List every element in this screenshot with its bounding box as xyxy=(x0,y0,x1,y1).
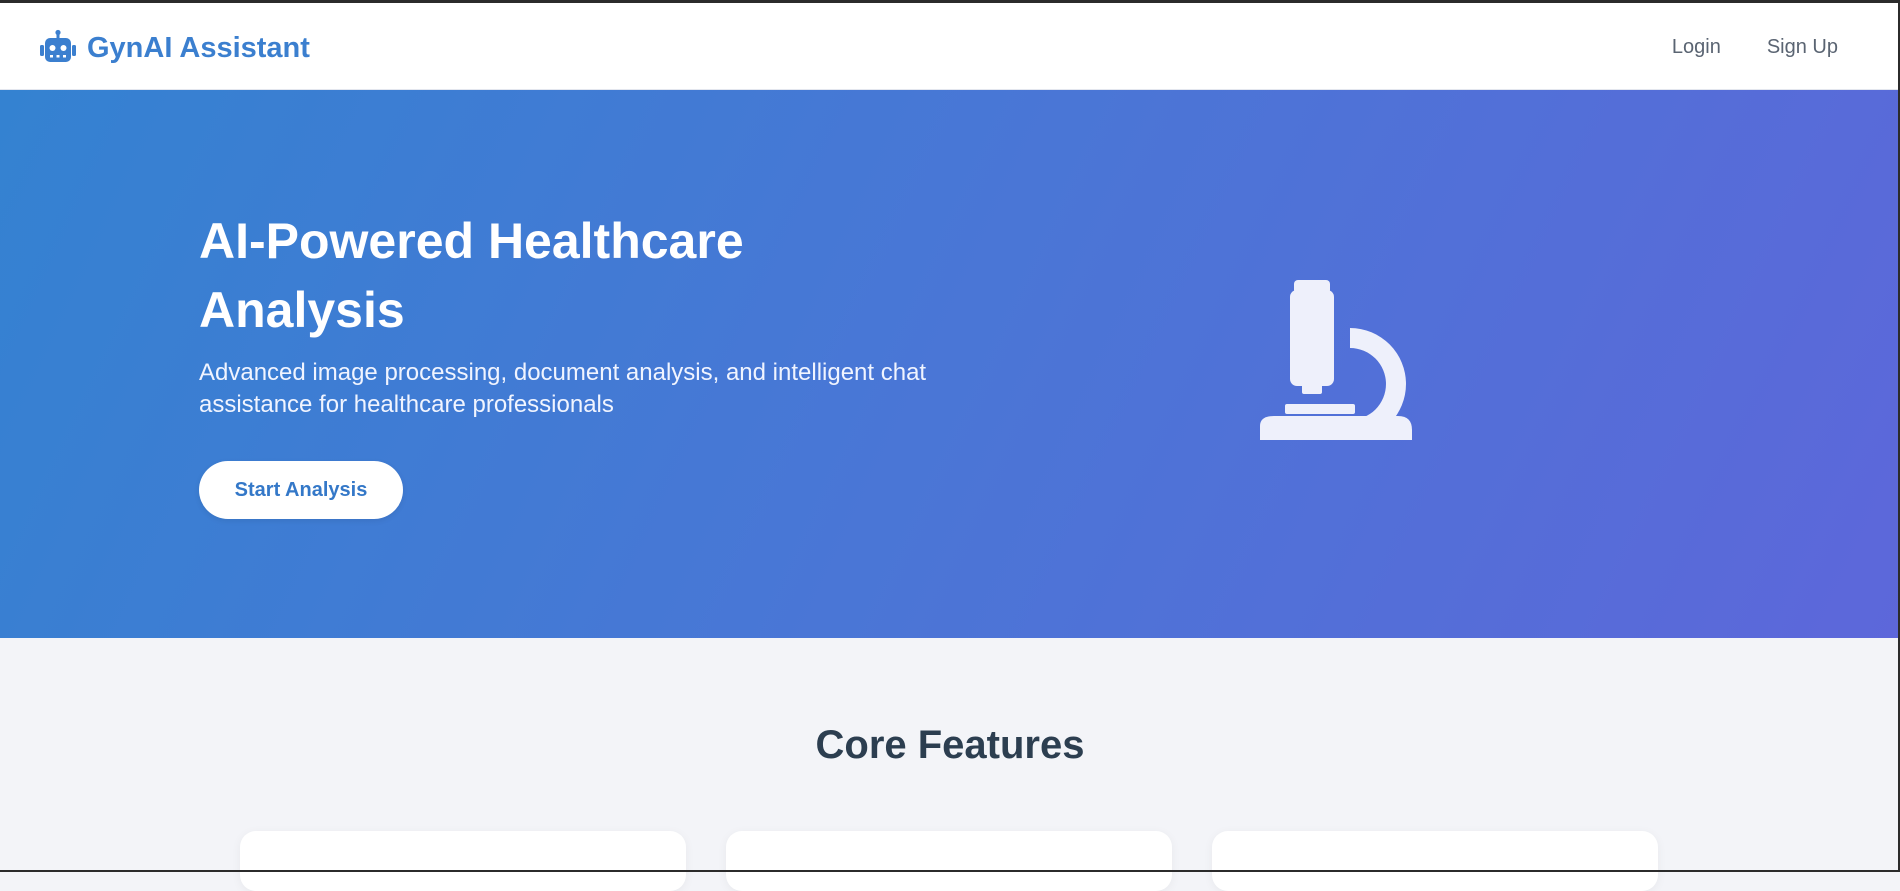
brand-name: GynAI Assistant xyxy=(87,32,310,65)
feature-card xyxy=(240,831,686,891)
robot-icon xyxy=(39,29,77,67)
microscope-icon xyxy=(1250,280,1420,450)
brand-logo[interactable]: GynAI Assistant xyxy=(39,29,310,67)
login-link[interactable]: Login xyxy=(1672,36,1721,59)
navbar: GynAI Assistant Login Sign Up xyxy=(0,3,1900,90)
features-title: Core Features xyxy=(0,723,1900,768)
hero-title: AI-Powered Healthcare Analysis xyxy=(199,207,819,345)
start-analysis-button[interactable]: Start Analysis xyxy=(199,461,403,519)
feature-card xyxy=(1212,831,1658,891)
hero-section: AI-Powered Healthcare Analysis Advanced … xyxy=(0,90,1900,638)
features-section: Core Features xyxy=(0,638,1900,872)
hero-subtitle: Advanced image processing, document anal… xyxy=(199,357,959,421)
nav-links: Login Sign Up xyxy=(1672,36,1838,59)
sign-up-link[interactable]: Sign Up xyxy=(1767,36,1838,59)
feature-card xyxy=(726,831,1172,891)
